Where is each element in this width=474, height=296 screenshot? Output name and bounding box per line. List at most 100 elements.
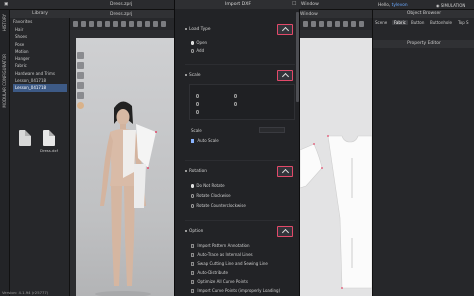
segment-sewing-icon[interactable]	[351, 21, 356, 27]
rotate-clockwise-label: Rotate Clockwise	[196, 193, 231, 198]
checkbox-icon[interactable]	[191, 280, 195, 284]
side-tab-strip: HISTORY MODULAR CONFIGURATOR	[0, 10, 10, 296]
move-tool-icon[interactable]	[81, 21, 86, 27]
file-thumbnail[interactable]	[16, 130, 34, 154]
library-item-hardware[interactable]: Hardware and Trims	[13, 70, 67, 77]
swap-cutting-sewing-line-checkbox[interactable]: Swap Cutting Line and Sewing Line	[191, 261, 268, 266]
texture-display-icon[interactable]	[77, 92, 84, 99]
load-type-section: Load Type Open Add	[185, 24, 297, 64]
history-tab[interactable]: HISTORY	[2, 14, 7, 31]
edit-pattern-icon[interactable]	[311, 21, 316, 27]
auto-scale-checkbox[interactable]: Auto Scale	[191, 138, 219, 143]
library-item-lesson-selected[interactable]: Lesson_041718	[13, 84, 67, 92]
3d-view-panel: Dress.zprj	[70, 10, 175, 296]
rotate-tool-icon[interactable]	[89, 21, 94, 27]
auto-trace-internal-lines-checkbox[interactable]: Auto-Trace as Internal Lines	[191, 252, 253, 257]
unit-option	[196, 93, 201, 98]
internal-line-icon[interactable]	[335, 21, 340, 27]
checkbox-icon[interactable]	[191, 289, 195, 293]
view-tool-icon[interactable]	[161, 21, 166, 27]
measure-tool-icon[interactable]	[137, 21, 142, 27]
fitting-tool-icon[interactable]	[145, 21, 150, 27]
checkbox-icon[interactable]	[191, 271, 195, 275]
rectangle-tool-icon[interactable]	[319, 21, 324, 27]
optimize-curve-points-checkbox[interactable]: Optimize All Curve Points	[191, 279, 248, 284]
light-icon[interactable]	[77, 62, 84, 69]
avatar-display-icon[interactable]	[77, 72, 84, 79]
transform-pattern-icon[interactable]	[303, 21, 308, 27]
3d-viewport[interactable]	[76, 38, 175, 296]
scale-collapse-button[interactable]	[277, 70, 293, 81]
tab-button[interactable]: Button	[411, 20, 424, 25]
option-item-label: Import Curve Points (improperly Loading)	[197, 288, 281, 293]
tack-tool-icon[interactable]	[113, 21, 118, 27]
library-item-lesson[interactable]: Lesson_041718	[13, 77, 67, 84]
fold-tool-icon[interactable]	[97, 21, 102, 27]
user-name[interactable]: tylevon	[392, 3, 408, 8]
load-type-collapse-button[interactable]	[277, 24, 293, 35]
radio-icon[interactable]	[191, 49, 195, 53]
radio-icon[interactable]	[191, 194, 195, 198]
favorites-label[interactable]: Favorites	[13, 20, 32, 25]
load-type-open-option[interactable]: Open	[191, 40, 207, 45]
tab-buttonhole[interactable]: Buttonhole	[430, 20, 452, 25]
library-item-motion[interactable]: Motion	[13, 48, 67, 55]
import-pattern-annotation-checkbox[interactable]: Import Pattern Annotation	[191, 243, 250, 248]
simulation-label: SIMULATION	[440, 2, 466, 8]
pattern-pieces	[299, 135, 373, 289]
rotate-counterclockwise-option[interactable]: Rotate Counterclockwise	[191, 203, 246, 208]
3d-view-title: Dress.zprj	[110, 11, 133, 17]
checkbox-icon[interactable]	[191, 253, 195, 257]
option-item-label: Auto-Distribute	[197, 270, 228, 275]
radio-icon[interactable]	[191, 41, 195, 45]
dart-tool-icon[interactable]	[343, 21, 348, 27]
radio-icon[interactable]	[191, 184, 195, 188]
library-item-hanger[interactable]: Hanger	[13, 55, 67, 62]
scale-unit-options	[189, 84, 295, 120]
pin-tool-icon[interactable]	[105, 21, 110, 27]
radio-icon[interactable]	[191, 204, 195, 208]
tab-fabric[interactable]: Fabric	[392, 19, 408, 25]
rotation-collapse-button[interactable]	[277, 166, 293, 177]
texture-tool-icon[interactable]	[121, 21, 126, 27]
library-item-fabric[interactable]: Fabric	[13, 62, 67, 69]
app-logo-icon[interactable]: ▣	[4, 2, 8, 7]
dialog-close-icon[interactable]: ☐	[292, 1, 296, 7]
file-dress-dxf[interactable]: Dress.dxf	[40, 130, 58, 154]
simulation-button[interactable]: ◉ SIMULATION	[436, 3, 465, 8]
option-header[interactable]: Option	[185, 226, 291, 236]
do-not-rotate-option[interactable]: Do Not Rotate	[191, 183, 225, 188]
library-item-hair[interactable]: Hair	[13, 26, 67, 33]
modular-configurator-tab[interactable]: MODULAR CONFIGURATOR	[2, 54, 7, 108]
user-greeting[interactable]: Hello, tylevon	[378, 3, 408, 8]
2d-pattern-canvas[interactable]	[299, 38, 373, 296]
camera-icon[interactable]	[77, 52, 84, 59]
checkbox-icon[interactable]	[191, 262, 195, 266]
scale-input[interactable]	[259, 127, 285, 133]
checkbox-icon[interactable]	[191, 244, 195, 248]
rotate-clockwise-option[interactable]: Rotate Clockwise	[191, 193, 231, 198]
select-tool-icon[interactable]	[73, 21, 78, 27]
rotation-header[interactable]: Rotation	[185, 166, 291, 176]
avatar-tool-icon[interactable]	[153, 21, 158, 27]
open-label: Open	[196, 40, 208, 45]
free-sewing-icon[interactable]	[359, 21, 364, 27]
file-dress-label: Dress.dxf	[40, 148, 58, 153]
library-item-pose[interactable]: Pose	[13, 41, 67, 48]
option-collapse-button[interactable]	[277, 226, 293, 237]
load-type-add-option[interactable]: Add	[191, 48, 204, 53]
3d-view-header: Dress.zprj	[70, 10, 175, 18]
garment-display-icon[interactable]	[77, 82, 84, 89]
polygon-tool-icon[interactable]	[327, 21, 332, 27]
scale-header[interactable]: Scale	[185, 70, 291, 80]
library-item-shoes[interactable]: Shoes	[13, 33, 67, 40]
tab-topstitch[interactable]: Top S	[458, 20, 469, 25]
tab-scene[interactable]: Scene	[375, 20, 387, 25]
import-curve-points-checkbox[interactable]: Import Curve Points (improperly Loading)	[191, 288, 280, 293]
graphic-tool-icon[interactable]	[129, 21, 134, 27]
load-type-header[interactable]: Load Type	[185, 24, 291, 34]
checkbox-icon[interactable]	[191, 139, 195, 143]
auto-distribute-checkbox[interactable]: Auto-Distribute	[191, 270, 228, 275]
avatar-face-icon[interactable]	[77, 102, 84, 109]
option-item-label: Auto-Trace as Internal Lines	[197, 252, 253, 257]
